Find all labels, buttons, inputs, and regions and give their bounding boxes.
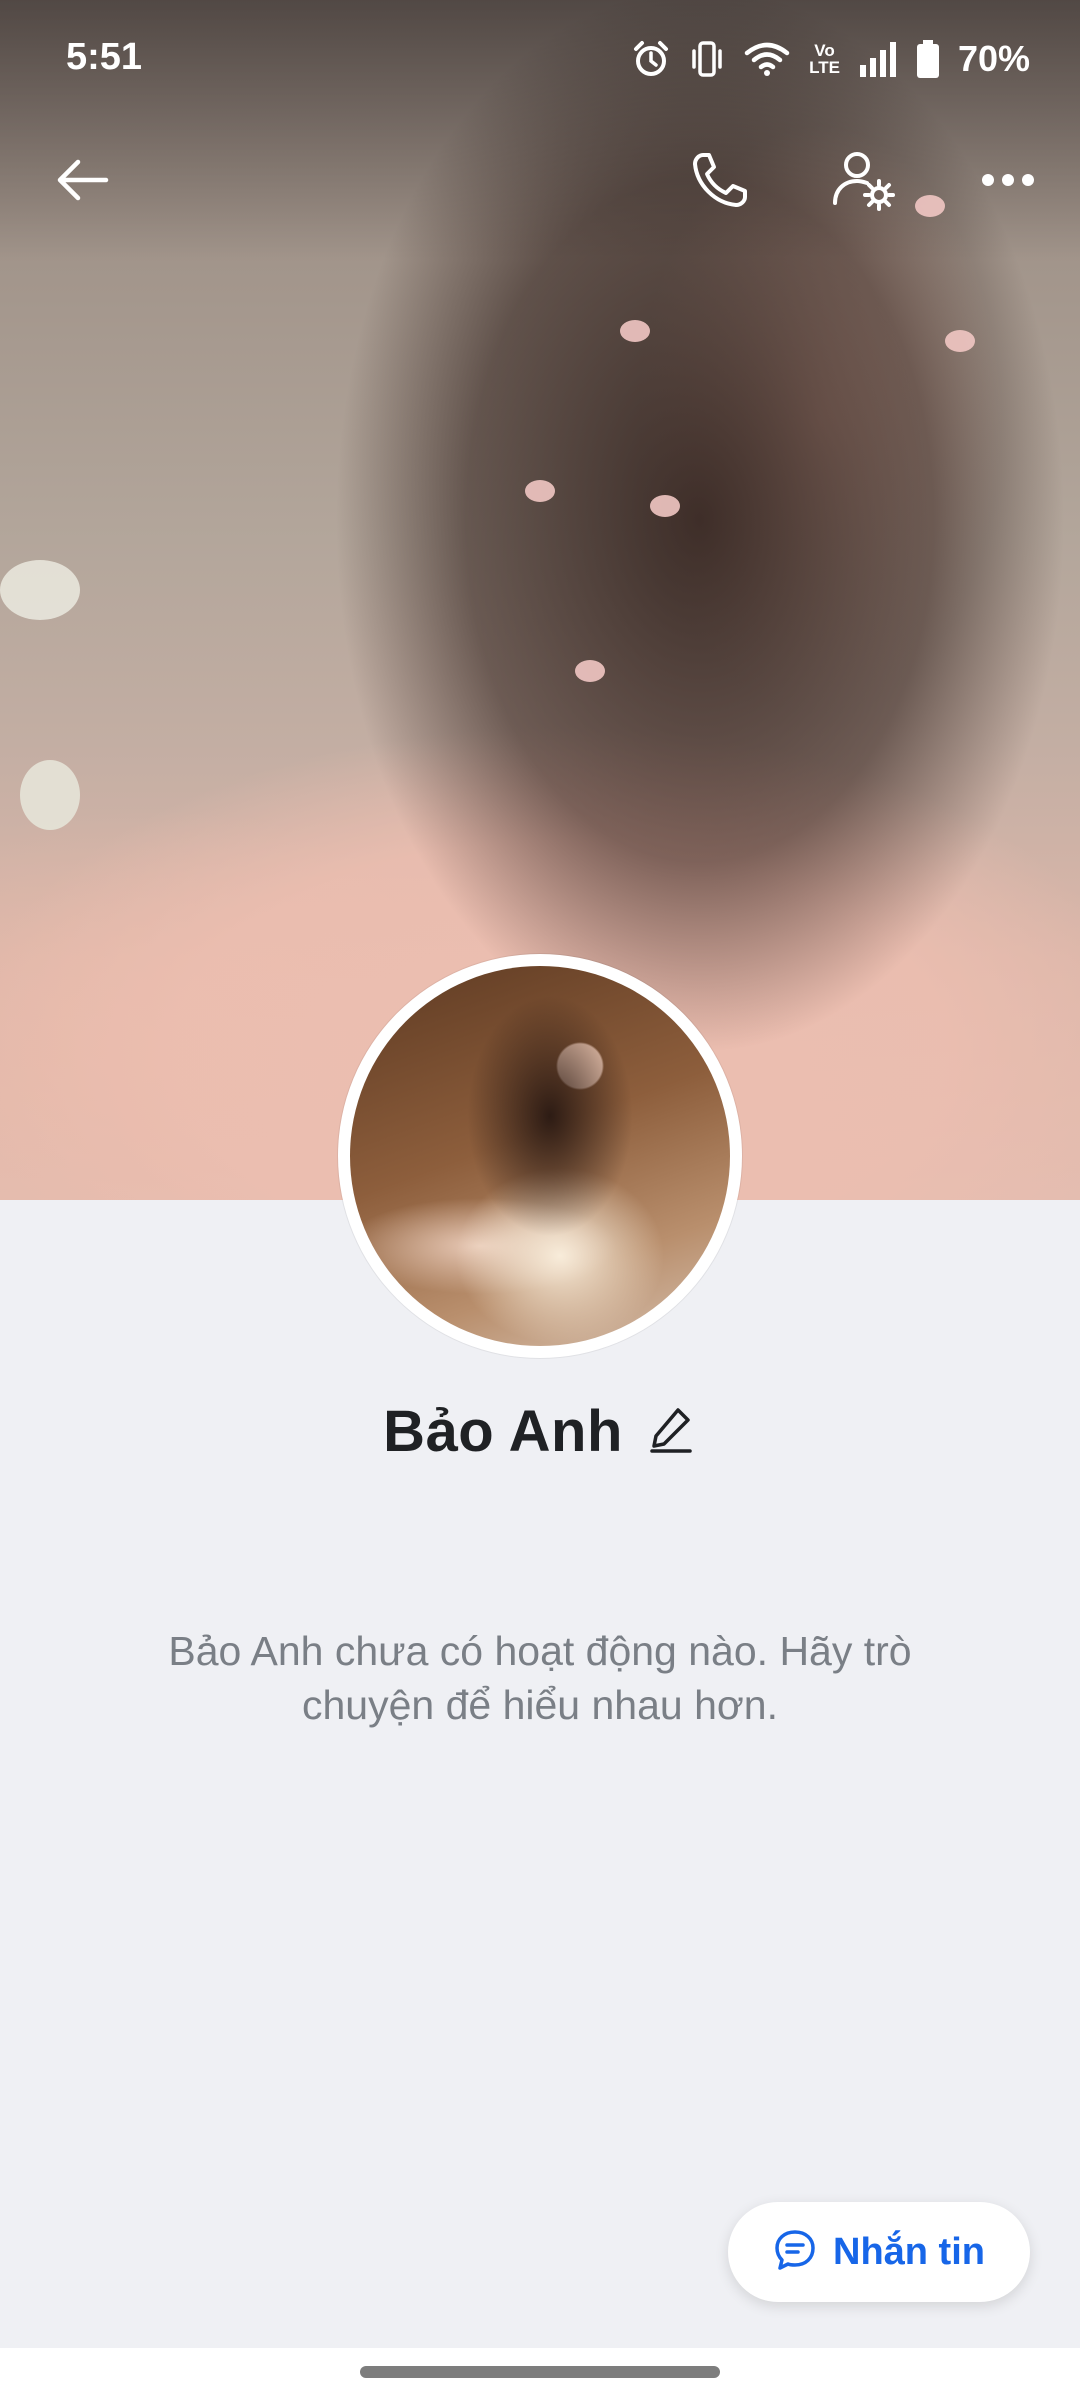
profile-name-row: Bảo Anh [0, 1398, 1080, 1465]
volte-label-bottom: LTE [809, 58, 840, 77]
message-button-label: Nhắn tin [833, 2230, 985, 2273]
flower-decoration [0, 560, 80, 620]
status-icons: Vo LTE 70% [631, 38, 1030, 80]
empty-activity-message: Bảo Anh chưa có hoạt động nào. Hãy trò c… [168, 1628, 912, 1728]
home-indicator[interactable] [360, 2366, 720, 2378]
battery-percentage: 70% [957, 38, 1030, 79]
volte-icon: Vo LTE [809, 42, 840, 76]
back-button[interactable] [34, 134, 130, 230]
wifi-icon [743, 39, 791, 79]
flower-decoration [20, 760, 80, 830]
edit-name-button[interactable] [645, 1406, 697, 1458]
battery-icon [916, 39, 940, 79]
petal-decoration [525, 480, 555, 502]
volte-label-top: Vo [814, 41, 835, 60]
profile-name: Bảo Anh [383, 1399, 623, 1464]
back-arrow-icon [54, 156, 110, 209]
profile-settings-button[interactable] [816, 134, 912, 230]
petal-decoration [620, 320, 650, 342]
phone-icon [689, 149, 751, 216]
more-options-button[interactable] [960, 134, 1056, 230]
user-settings-icon [831, 147, 897, 218]
vibrate-icon [689, 39, 725, 79]
status-time: 5:51 [66, 36, 143, 78]
call-button[interactable] [672, 134, 768, 230]
message-button[interactable]: Nhắn tin [728, 2202, 1030, 2302]
more-dots-icon [980, 172, 1036, 193]
status-bar: 5:51 Vo LTE 70% [0, 0, 1080, 120]
petal-decoration [575, 660, 605, 682]
chat-bubble-icon [773, 2228, 817, 2277]
signal-icon [858, 39, 898, 79]
avatar-image [350, 966, 730, 1346]
petal-decoration [915, 195, 945, 217]
pencil-icon [648, 1404, 694, 1459]
profile-avatar[interactable] [338, 954, 742, 1358]
alarm-icon [631, 39, 671, 79]
petal-decoration [945, 330, 975, 352]
petal-decoration [650, 495, 680, 517]
